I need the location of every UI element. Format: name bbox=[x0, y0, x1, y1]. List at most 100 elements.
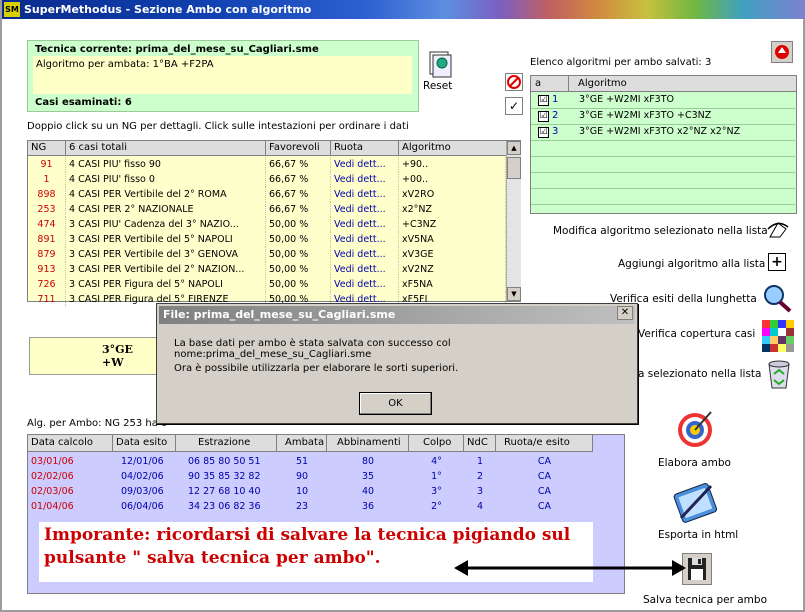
table-row[interactable]: 913 3 CASI PER Vertibile del 2° NAZION...… bbox=[28, 262, 506, 277]
edit-arrow-icon[interactable] bbox=[766, 219, 792, 241]
ng-cell: xV3GE bbox=[399, 247, 506, 262]
esporta-button[interactable]: Esporta in html bbox=[658, 529, 738, 541]
ng-cell[interactable]: Vedi dett... bbox=[331, 247, 399, 262]
table-row[interactable]: 03/01/06 12/01/06 06 85 80 50 51 51 80 4° 1 CA bbox=[28, 454, 594, 469]
plus-icon[interactable]: + bbox=[768, 253, 786, 271]
ng-cell[interactable]: 711 bbox=[28, 292, 66, 307]
estrazione-header[interactable]: Estrazione bbox=[176, 435, 277, 452]
target-icon[interactable] bbox=[675, 408, 715, 450]
table-row[interactable]: 253 4 CASI PER 2° NAZIONALE 66,67 % Vedi de… bbox=[28, 202, 506, 217]
result-cell: 04/02/06 bbox=[121, 471, 164, 482]
reset-icon[interactable] bbox=[428, 50, 452, 78]
magnifier-icon[interactable] bbox=[761, 283, 793, 313]
delete-circle-icon[interactable] bbox=[505, 73, 523, 91]
algo-checkbox[interactable]: ☑ bbox=[538, 127, 549, 138]
checkmark-icon[interactable]: ✓ bbox=[505, 97, 523, 115]
ng-cell[interactable]: 474 bbox=[28, 217, 66, 232]
list-item[interactable]: ☑ 2 3°GE +W2MI xF3TO +C3NZ bbox=[531, 109, 797, 125]
scroll-down-icon[interactable]: ▼ bbox=[507, 287, 521, 301]
ng-cell[interactable]: 253 bbox=[28, 202, 66, 217]
algo-checkbox[interactable]: ☑ bbox=[538, 111, 549, 122]
color-grid-icon[interactable] bbox=[762, 320, 794, 352]
ng-cell: 4 CASI PIU' fisso 0 bbox=[66, 172, 266, 187]
result-cell: 2° bbox=[431, 501, 442, 512]
modifica-label[interactable]: Modifica algoritmo selezionato nella lis… bbox=[553, 225, 768, 237]
result-cell: CA bbox=[537, 501, 552, 512]
algoritmo-col-header[interactable]: Algoritmo bbox=[399, 141, 507, 156]
table-row[interactable]: 474 3 CASI PIU' Cadenza del 3° NAZIO... 50… bbox=[28, 217, 506, 232]
empty-list-row bbox=[531, 189, 797, 205]
result-cell: 40 bbox=[361, 486, 375, 497]
elabora-button[interactable]: Elabora ambo bbox=[658, 457, 731, 469]
ndc-header[interactable]: NdC bbox=[464, 435, 496, 452]
table-row[interactable]: 891 3 CASI PER Vertibile del 5° NAPOLI 50,… bbox=[28, 232, 506, 247]
table-row[interactable]: 726 3 CASI PER Figura del 5° NAPOLI 50,00 … bbox=[28, 277, 506, 292]
algo-text: 3°GE +W2MI xF3TO x2°NZ x2°NZ bbox=[579, 126, 741, 137]
ng-col-header[interactable]: NG bbox=[28, 141, 66, 156]
dialog-close-icon[interactable]: ✕ bbox=[617, 306, 633, 320]
algo-checkbox[interactable]: ☑ bbox=[538, 95, 549, 106]
data-esito-header[interactable]: Data esito bbox=[113, 435, 176, 452]
result-cell: 01/04/06 bbox=[31, 501, 74, 512]
ng-cell: xV2NZ bbox=[399, 262, 506, 277]
elimina-label[interactable]: a selezionato nella lista bbox=[638, 368, 761, 380]
abbinamenti-header[interactable]: Abbinamenti bbox=[327, 435, 409, 452]
ng-cell[interactable]: Vedi dett... bbox=[331, 202, 399, 217]
ng-cell[interactable]: Vedi dett... bbox=[331, 232, 399, 247]
ng-table[interactable]: NG 6 casi totali Favorevoli Ruota Algori… bbox=[27, 140, 521, 307]
ng-cell[interactable]: Vedi dett... bbox=[331, 217, 399, 232]
empty-list-row bbox=[531, 141, 797, 157]
table-row[interactable]: 01/04/06 06/04/06 34 23 06 82 36 23 36 2° 4 CA bbox=[28, 499, 594, 514]
ok-button[interactable]: OK bbox=[359, 392, 432, 415]
table-row[interactable]: 879 3 CASI PER Vertibile del 3° GENOVA 50,… bbox=[28, 247, 506, 262]
casi-col-header[interactable]: 6 casi totali bbox=[66, 141, 266, 156]
ng-cell[interactable]: 913 bbox=[28, 262, 66, 277]
table-row[interactable]: 898 4 CASI PER Vertibile del 2° ROMA 66,67… bbox=[28, 187, 506, 202]
aggiungi-label[interactable]: Aggiungi algoritmo alla lista bbox=[618, 258, 765, 270]
ng-cell[interactable]: 1 bbox=[28, 172, 66, 187]
formula-box: 3°GE +W bbox=[29, 337, 159, 375]
recycle-bin-icon[interactable] bbox=[764, 358, 794, 390]
ng-cell[interactable]: Vedi dett... bbox=[331, 157, 399, 172]
ng-cell[interactable]: 91 bbox=[28, 157, 66, 172]
scroll-up-icon[interactable]: ▲ bbox=[507, 141, 521, 155]
table-row[interactable]: 02/03/06 09/03/06 12 27 68 10 40 10 40 3° 3 CA bbox=[28, 484, 594, 499]
verifica-copertura-label[interactable]: Verifica copertura casi bbox=[638, 328, 755, 340]
result-cell: 23 bbox=[295, 501, 309, 512]
html-export-icon[interactable] bbox=[671, 480, 719, 524]
ruota-esito-header[interactable]: Ruota/e esito bbox=[496, 435, 593, 452]
list-item[interactable]: ☑ 1 3°GE +W2MI xF3TO bbox=[531, 93, 797, 109]
result-cell: CA bbox=[537, 456, 552, 467]
list-item[interactable]: ☑ 3 3°GE +W2MI xF3TO x2°NZ x2°NZ bbox=[531, 125, 797, 141]
up-arrow-icon[interactable] bbox=[771, 41, 793, 63]
ruota-col-header[interactable]: Ruota bbox=[331, 141, 399, 156]
result-cell: 06/04/06 bbox=[121, 501, 164, 512]
ng-cell[interactable]: Vedi dett... bbox=[331, 172, 399, 187]
ng-cell[interactable]: 726 bbox=[28, 277, 66, 292]
table-row[interactable]: 91 4 CASI PIU' fisso 90 66,67 % Vedi dett..… bbox=[28, 157, 506, 172]
ng-cell[interactable]: Vedi dett... bbox=[331, 187, 399, 202]
result-cell: 90 35 85 32 82 bbox=[188, 471, 261, 482]
data-calcolo-header[interactable]: Data calcolo bbox=[28, 435, 113, 452]
favorevoli-col-header[interactable]: Favorevoli bbox=[266, 141, 331, 156]
table-row[interactable]: 02/02/06 04/02/06 90 35 85 32 82 90 35 1° 2 CA bbox=[28, 469, 594, 484]
ng-table-scrollbar[interactable]: ▲ ▼ bbox=[506, 141, 521, 301]
ng-cell[interactable]: 879 bbox=[28, 247, 66, 262]
floppy-disk-icon[interactable] bbox=[682, 553, 712, 585]
ng-cell[interactable]: Vedi dett... bbox=[331, 262, 399, 277]
ng-cell[interactable]: 891 bbox=[28, 232, 66, 247]
scroll-thumb[interactable] bbox=[507, 157, 521, 179]
reset-button[interactable]: Reset bbox=[423, 80, 452, 92]
dialog-title: File: prima_del_mese_su_Cagliari.sme bbox=[159, 306, 635, 324]
ng-cell: 50,00 % bbox=[266, 247, 331, 262]
colpo-header[interactable]: Colpo bbox=[409, 435, 464, 452]
algo-list-table[interactable]: a Algoritmo ☑ 1 3°GE +W2MI xF3TO ☑ 2 3°GE +W2… bbox=[530, 75, 797, 214]
salva-button[interactable]: Salva tecnica per ambo bbox=[643, 594, 767, 606]
ng-cell[interactable]: 898 bbox=[28, 187, 66, 202]
ambata-header[interactable]: Ambata bbox=[277, 435, 327, 452]
ng-cell[interactable]: Vedi dett... bbox=[331, 277, 399, 292]
algo-text: 3°GE +W2MI xF3TO +C3NZ bbox=[579, 110, 712, 121]
table-row[interactable]: 14 CASI PIU' fisso 0 66,67 % Vedi dett... +… bbox=[28, 172, 506, 187]
algo-list-col-algoritmo[interactable]: Algoritmo bbox=[569, 76, 797, 92]
algo-list-col-a[interactable]: a bbox=[531, 76, 569, 92]
